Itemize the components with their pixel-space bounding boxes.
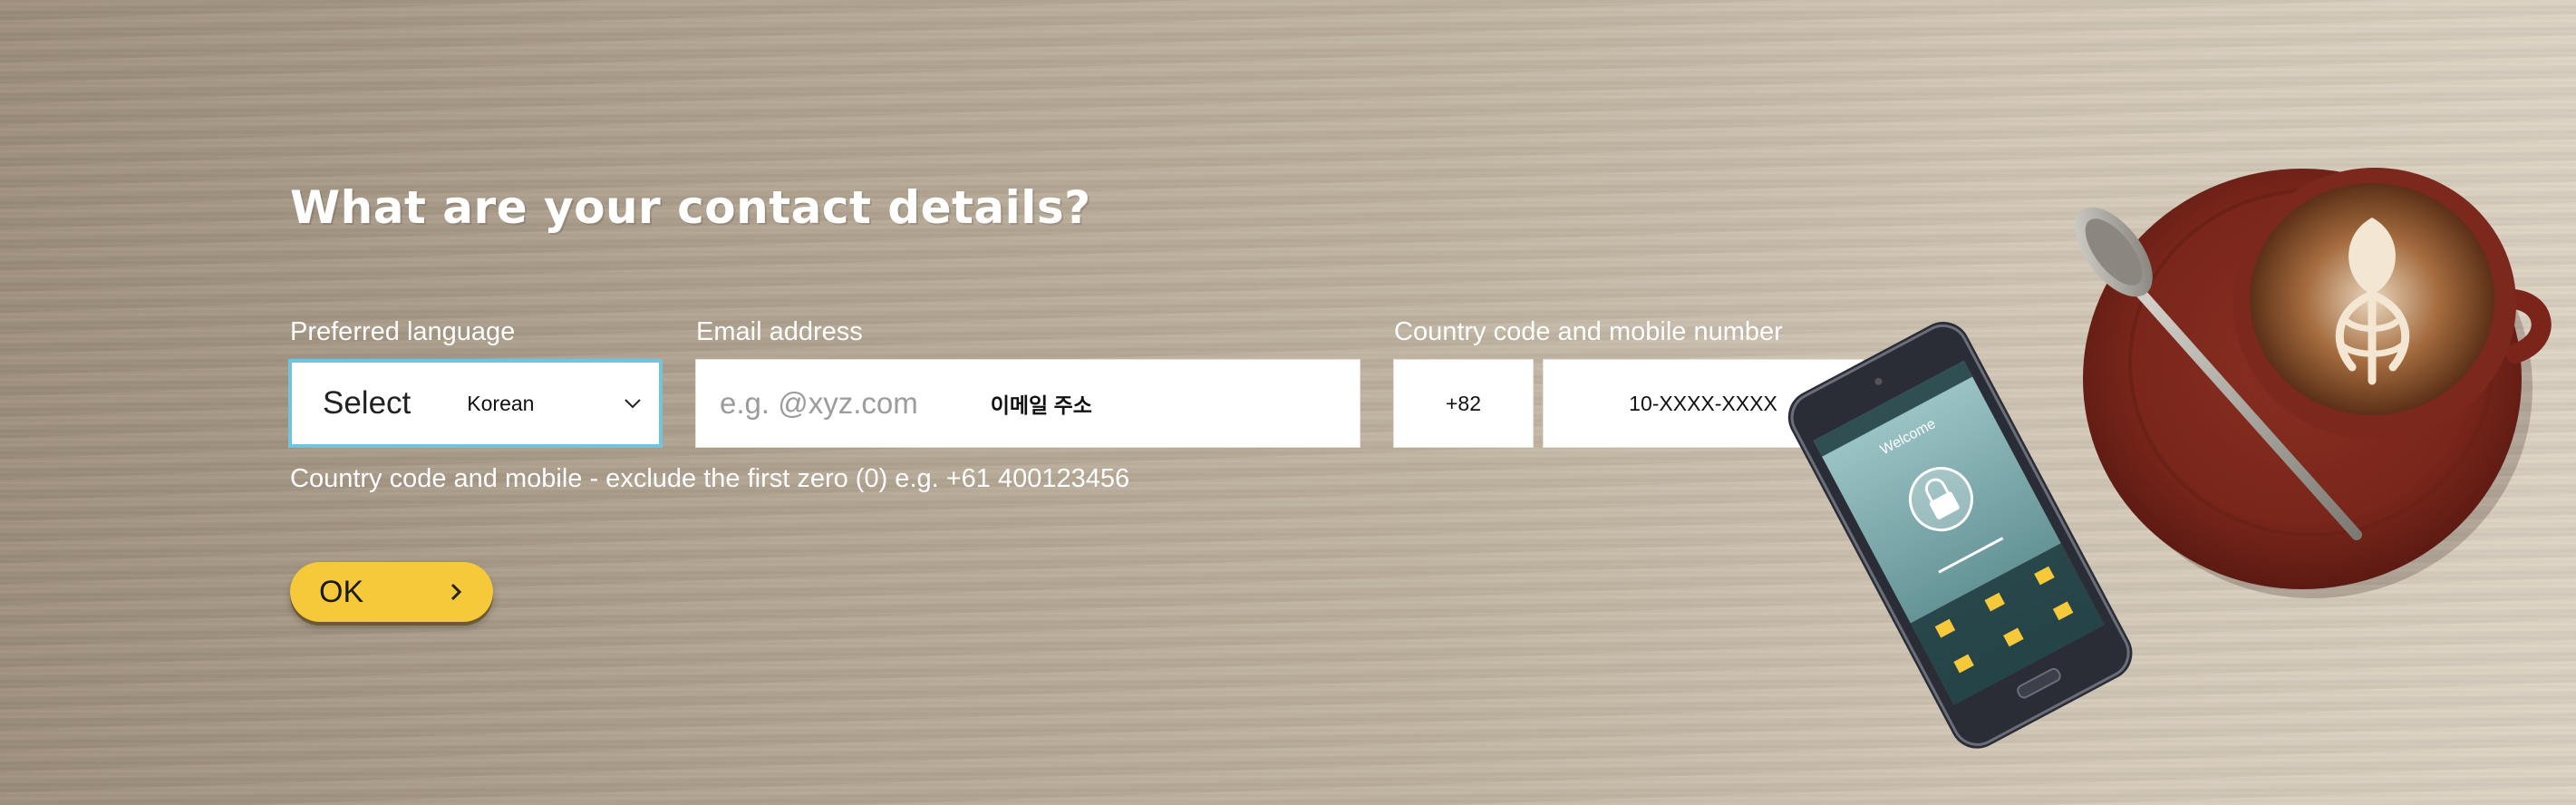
mobile-label: Country code and mobile number [1394,317,1783,346]
language-label: Preferred language [290,317,516,346]
language-select[interactable]: Select Korean [288,359,663,448]
country-code-field[interactable]: +82 [1393,359,1534,448]
email-placeholder: e.g. @xyz.com [720,386,918,420]
helper-text: Country code and mobile - exclude the fi… [290,464,1130,493]
language-selected-value: Korean [467,391,535,415]
email-label: Email address [696,317,863,346]
ok-button-label: OK [319,574,364,609]
email-hint: 이메일 주소 [990,393,1092,417]
country-code-value: +82 [1445,391,1481,415]
chevron-right-icon [450,582,466,602]
page-title: What are your contact details? [290,181,1091,234]
contact-details-screen: What are your contact details? Preferred… [0,0,2576,805]
coffee-phone-illustration: Welcome [1787,168,2552,749]
mobile-number-value: 10-XXXX-XXXX [1629,391,1777,415]
chevron-down-icon [623,393,643,413]
ok-button[interactable]: OK [290,562,493,622]
email-field[interactable]: e.g. @xyz.com 이메일 주소 [695,359,1361,448]
language-select-text: Select [323,385,412,421]
